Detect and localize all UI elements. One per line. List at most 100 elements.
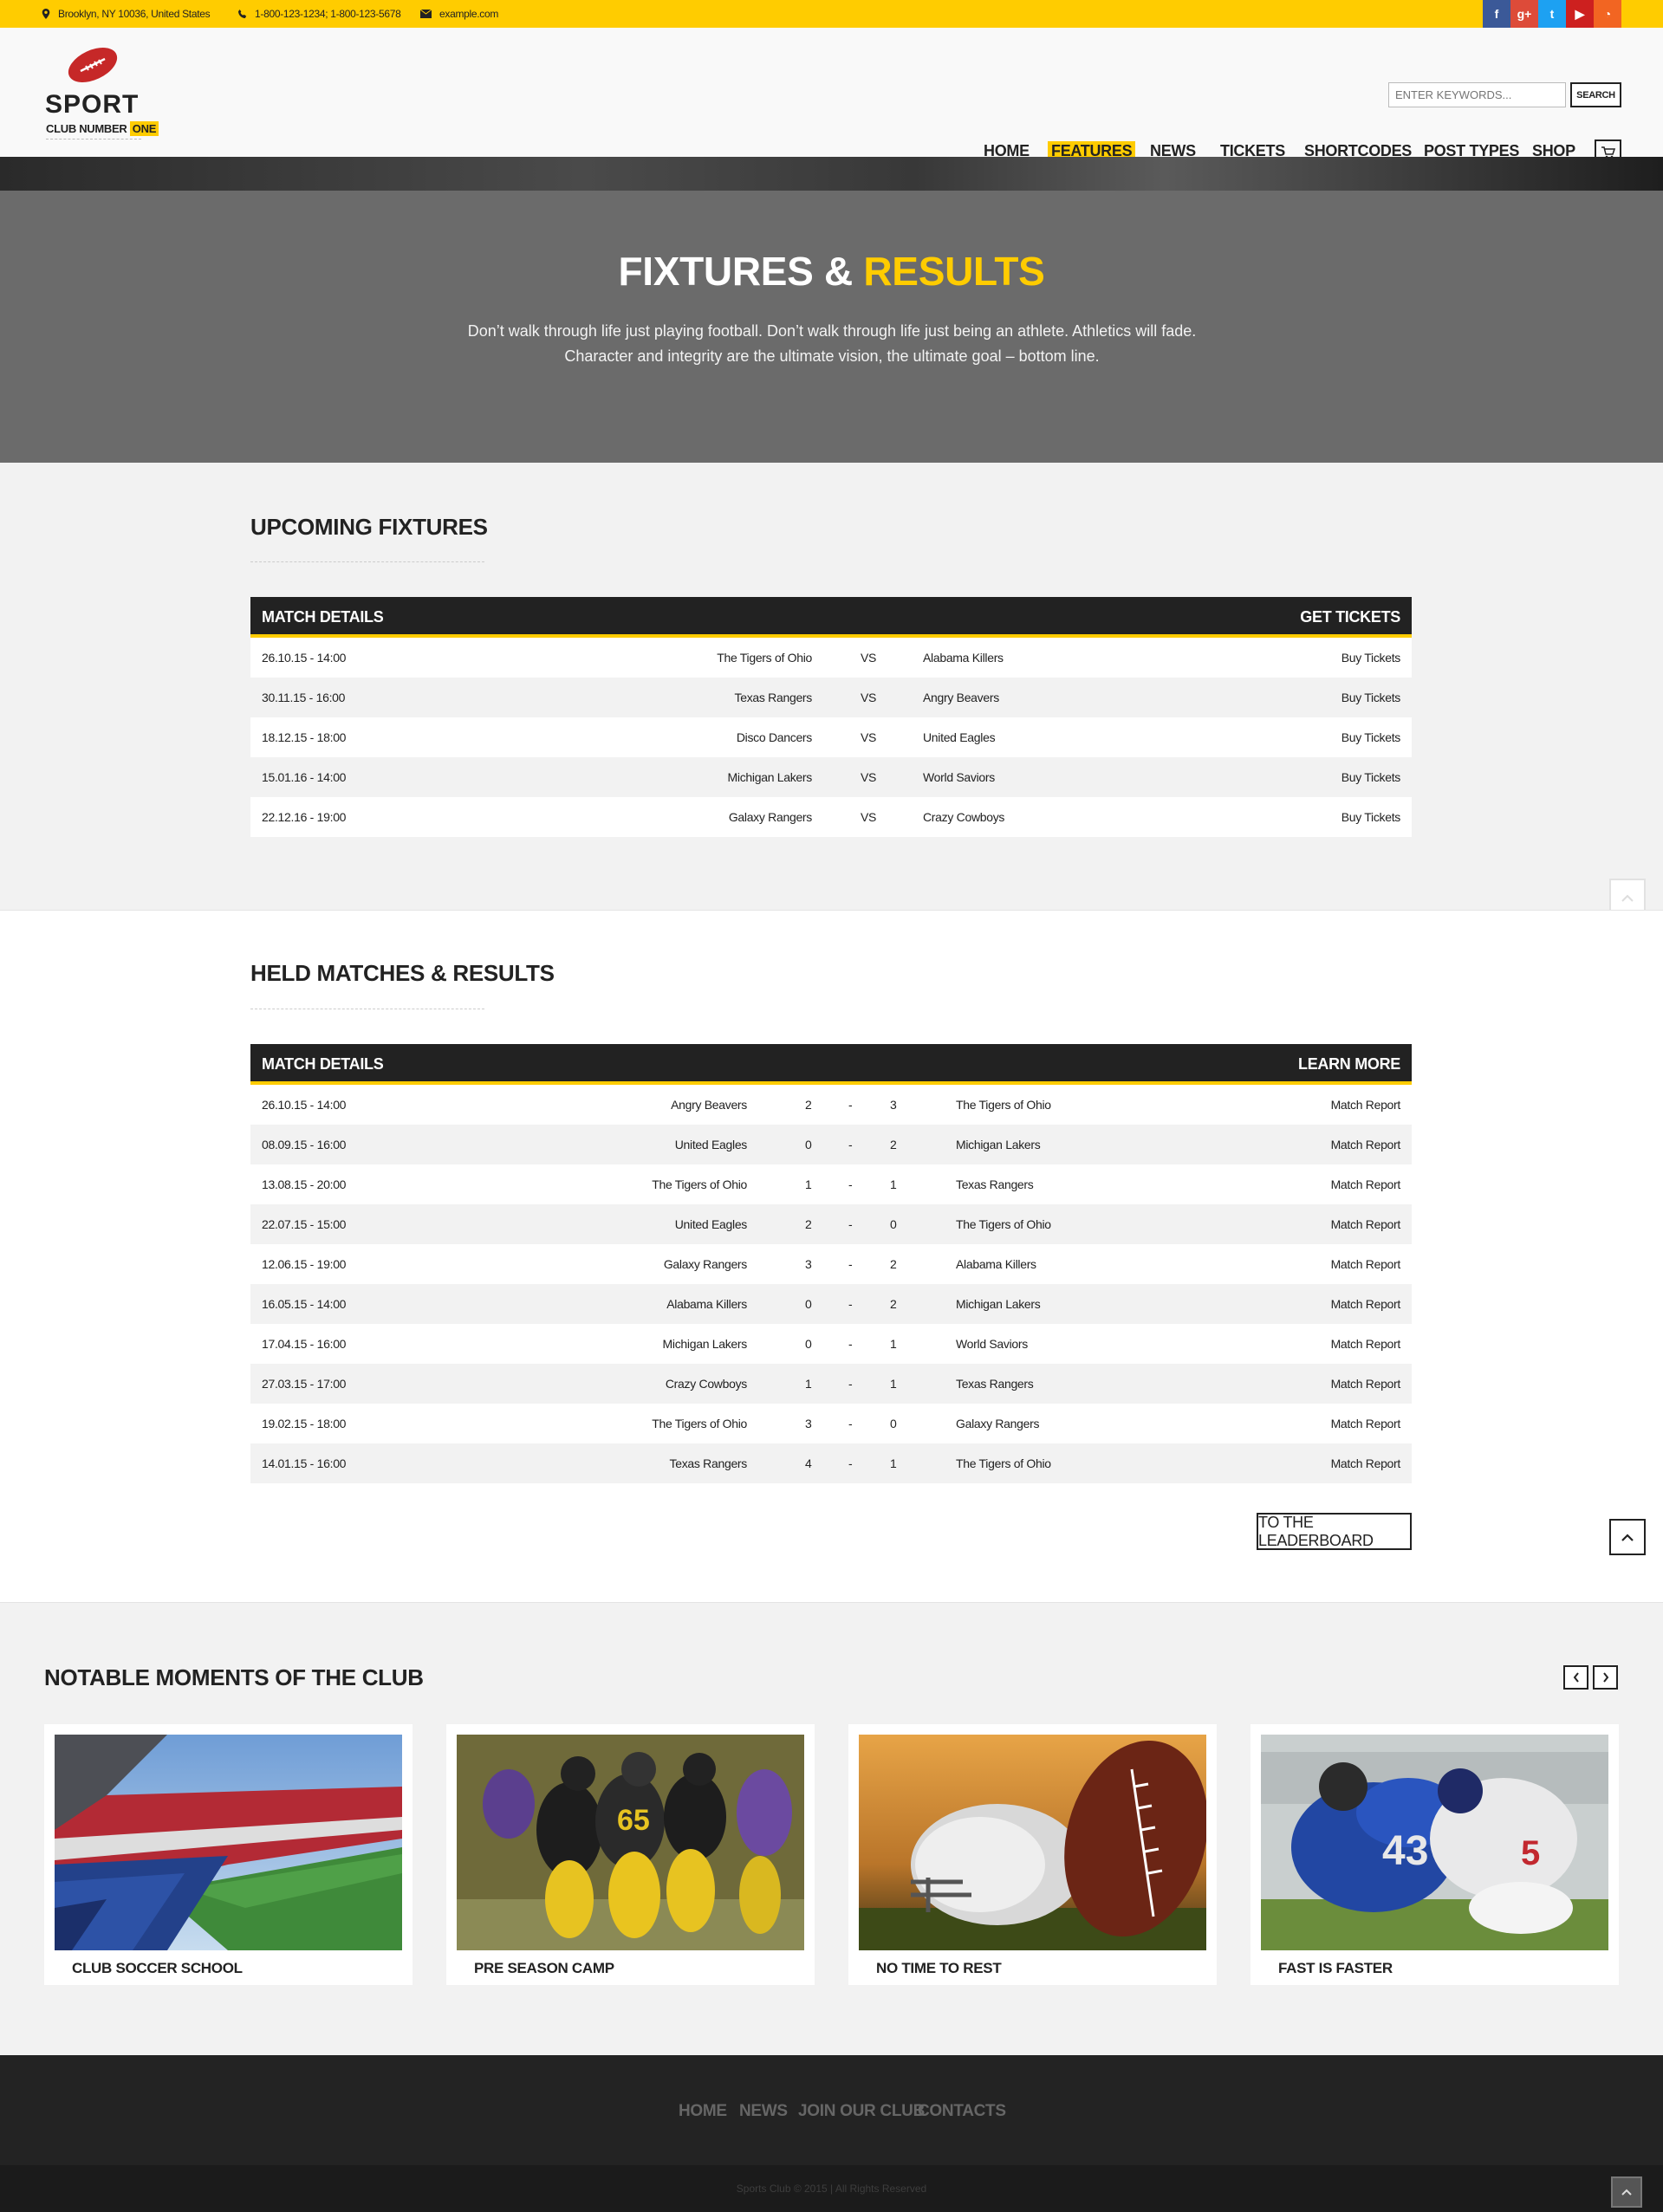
home-team: United Eagles [674,1217,748,1231]
score-separator: - [848,1417,853,1430]
buy-tickets-link[interactable]: Buy Tickets [1341,651,1401,665]
match-report-link[interactable]: Match Report [1331,1138,1401,1151]
moment-caption[interactable]: FAST IS FASTER [1278,1960,1393,1977]
table-row: 27.03.15 - 17:00 Crazy Cowboys 1 - 1 Texas Ra… [250,1364,1412,1404]
table-row: 26.10.15 - 14:00 Angry Beavers 2 - 3 The Tige… [250,1085,1412,1125]
facebook-icon[interactable]: f [1483,0,1510,28]
match-date: 16.05.15 - 14:00 [262,1297,347,1311]
players-image[interactable]: 65 [457,1735,804,1950]
logo-subtitle: CLUB NUMBER ONE [46,121,159,136]
moment-card[interactable]: 65 PRE SEASON CAMP [446,1724,815,1985]
home-score: 2 [805,1098,812,1112]
email-link[interactable]: example.com [439,8,498,20]
footer-link-home[interactable]: HOME [679,2102,727,2121]
match-report-link[interactable]: Match Report [1331,1177,1401,1191]
home-score: 1 [805,1177,812,1191]
scroll-to-top-button[interactable] [1609,1519,1646,1555]
moment-card[interactable]: CLUB SOCCER SCHOOL [44,1724,413,1985]
home-team: Michigan Lakers [727,770,813,784]
match-report-link[interactable]: Match Report [1331,1417,1401,1430]
home-team: Alabama Killers [666,1297,747,1311]
helmet-ball-image[interactable] [859,1735,1206,1950]
moment-caption[interactable]: PRE SEASON CAMP [474,1960,614,1977]
page-title-main: FIXTURES & [618,249,853,294]
match-report-link[interactable]: Match Report [1331,1337,1401,1351]
versus-label: VS [861,810,877,824]
home-team: Crazy Cowboys [665,1377,747,1391]
score-separator: - [848,1217,853,1231]
rss-icon[interactable]: ◔ [1594,0,1621,28]
email-item[interactable]: example.com [420,8,498,20]
twitter-icon[interactable]: t [1538,0,1566,28]
match-report-link[interactable]: Match Report [1331,1377,1401,1391]
address-item: Brooklyn, NY 10036, United States [42,8,211,20]
match-report-link[interactable]: Match Report [1331,1297,1401,1311]
table-row: 13.08.15 - 20:00 The Tigers of Ohio 1 - 1 Tex… [250,1164,1412,1204]
buy-tickets-link[interactable]: Buy Tickets [1341,691,1401,704]
page-title-accent: RESULTS [863,249,1045,294]
home-team: United Eagles [674,1138,748,1151]
away-team: Texas Rangers [956,1177,1034,1191]
header-match-details: MATCH DETAILS [262,1055,384,1073]
away-team: Alabama Killers [923,651,1004,665]
footer-scroll-top-button[interactable] [1611,2176,1642,2208]
copyright-bar: Sports Club © 2015 | All Rights Reserved [0,2165,1663,2212]
match-date: 26.10.15 - 14:00 [262,1098,347,1112]
away-score: 2 [890,1138,897,1151]
away-team: Crazy Cowboys [923,810,1005,824]
carousel-prev-button[interactable] [1563,1665,1588,1690]
away-score: 1 [890,1456,897,1470]
search-button[interactable]: SEARCH [1570,82,1621,107]
site-header: SPORT CLUB NUMBER ONE SEARCH HOME FEATUR… [0,28,1663,165]
youtube-icon[interactable]: ▶ [1566,0,1594,28]
match-date: 13.08.15 - 20:00 [262,1177,347,1191]
match-report-link[interactable]: Match Report [1331,1257,1401,1271]
footer-link-news[interactable]: NEWS [739,2102,788,2121]
chevron-up-icon [1621,894,1634,902]
away-team: Michigan Lakers [956,1297,1041,1311]
moment-card[interactable]: 43 5 FAST IS FASTER [1250,1724,1619,1985]
logo-title[interactable]: SPORT [45,90,139,120]
score-separator: - [848,1098,853,1112]
score-separator: - [848,1297,853,1311]
hero-text-line-1: Don’t walk through life just playing foo… [467,322,1197,340]
address-text: Brooklyn, NY 10036, United States [58,8,211,20]
match-date: 30.11.15 - 16:00 [262,691,346,704]
leaderboard-button[interactable]: TO THE LEADERBOARD [1257,1513,1412,1550]
versus-label: VS [861,691,877,704]
table-row: 12.06.15 - 19:00 Galaxy Rangers 3 - 2 Alabama… [250,1244,1412,1284]
away-team: World Saviors [923,770,995,784]
buy-tickets-link[interactable]: Buy Tickets [1341,810,1401,824]
table-row: 18.12.15 - 18:00 Disco Dancers VS United Ea… [250,717,1412,757]
upcoming-fixtures-title: UPCOMING FIXTURES [250,514,488,540]
match-report-link[interactable]: Match Report [1331,1456,1401,1470]
google-plus-icon[interactable]: g+ [1510,0,1538,28]
envelope-icon [420,10,432,18]
home-team: The Tigers of Ohio [652,1417,747,1430]
moment-card[interactable]: NO TIME TO REST [848,1724,1217,1985]
moments-title: NOTABLE MOMENTS OF THE CLUB [44,1664,424,1690]
header-get-tickets: GET TICKETS [1300,608,1400,626]
carousel-next-button[interactable] [1593,1665,1618,1690]
search-input[interactable] [1388,82,1566,107]
match-report-link[interactable]: Match Report [1331,1217,1401,1231]
stadium-image[interactable] [55,1735,402,1950]
football-logo-icon[interactable] [65,43,120,87]
home-team: Texas Rangers [669,1456,748,1470]
home-score: 4 [805,1456,812,1470]
buy-tickets-link[interactable]: Buy Tickets [1341,730,1401,744]
match-date: 19.02.15 - 18:00 [262,1417,347,1430]
held-matches-title: HELD MATCHES & RESULTS [250,960,555,986]
site-footer: HOME NEWS JOIN OUR CLUB CONTACTS [0,2055,1663,2165]
away-score: 1 [890,1177,897,1191]
footer-link-contacts[interactable]: CONTACTS [918,2102,1006,2121]
moment-caption[interactable]: CLUB SOCCER SCHOOL [72,1960,243,1977]
match-report-link[interactable]: Match Report [1331,1098,1401,1112]
table-body: 26.10.15 - 14:00 Angry Beavers 2 - 3 The Tige… [250,1085,1412,1483]
table-row: 15.01.16 - 14:00 Michigan Lakers VS World S… [250,757,1412,797]
footer-link-join[interactable]: JOIN OUR CLUB [798,2102,925,2121]
buy-tickets-link[interactable]: Buy Tickets [1341,770,1401,784]
tackle-image[interactable]: 43 5 [1261,1735,1608,1950]
moment-caption[interactable]: NO TIME TO REST [876,1960,1002,1977]
score-separator: - [848,1456,853,1470]
